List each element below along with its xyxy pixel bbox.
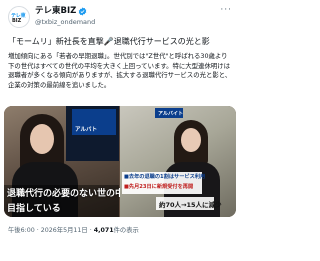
avatar[interactable]: テレ東 BIZ xyxy=(8,6,30,28)
more-options-icon[interactable]: ··· xyxy=(220,5,232,15)
info-banner-line-2: ■先月23日に新規受付を再開 xyxy=(124,184,194,190)
avatar-label-bottom: BIZ xyxy=(12,18,22,24)
post-header: テレ東 BIZ テレ東BIZ @txbiz_ondemand ··· xyxy=(8,5,232,31)
person-face xyxy=(181,128,201,152)
post-time[interactable]: 午後6:00 xyxy=(8,227,35,234)
account-handle[interactable]: @txbiz_ondemand xyxy=(35,18,95,27)
post-title: 「モームリ」新社長を直撃🎤退職代行サービスの光と影 xyxy=(8,36,232,47)
views-count[interactable]: 4,071 xyxy=(94,227,114,234)
logo-text: アルバト xyxy=(75,127,98,133)
caption-line-2: 目指している xyxy=(7,204,61,214)
person-face xyxy=(30,124,54,154)
info-banner-line-1: ■去年の退職の1割はサービス利用 xyxy=(124,174,206,180)
name-row: テレ東BIZ xyxy=(35,6,87,17)
post-meta: 午後6:00 · 2026年5月11日 · 4,071件の表示 xyxy=(8,226,139,235)
post-media[interactable]: アルバト 退職代行の必要のない世の中を 目指している アルバイト ■去年の退職の… xyxy=(4,106,236,217)
caption-line-1: 退職代行の必要のない世の中を xyxy=(7,189,134,199)
post-body: 増加傾向にある「若者の早期退職」。世代別では"Z世代"と呼ばれる30歳より下の世… xyxy=(8,52,232,89)
stat-text: 約70人→15人に減少 xyxy=(159,201,222,209)
verified-badge-icon xyxy=(79,7,87,16)
tag-text: アルバイト xyxy=(158,111,183,117)
post-title-text-start: 「モームリ」新社長を直撃 xyxy=(8,37,104,46)
microphone-icon: 🎤 xyxy=(103,37,114,46)
post-date[interactable]: 2026年5月11日 xyxy=(41,227,88,234)
views-label: 件の表示 xyxy=(113,227,139,234)
post-title-text-end: 退職代行サービスの光と影 xyxy=(113,37,210,46)
account-name[interactable]: テレ東BIZ xyxy=(35,6,76,17)
